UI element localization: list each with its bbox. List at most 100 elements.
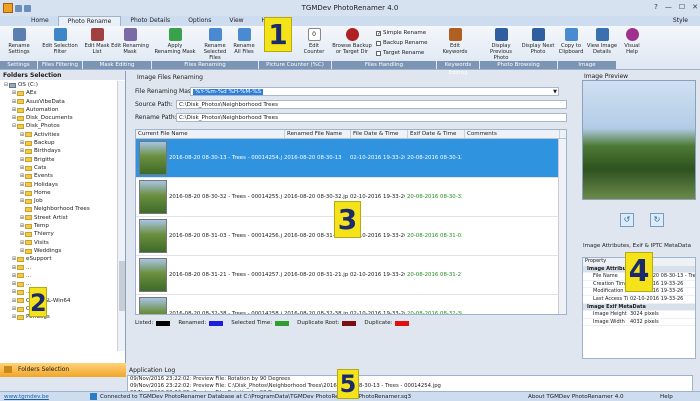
legend-label: Duplicate Root:	[297, 320, 340, 326]
table-row[interactable]: 2016-08-20 08-30-13 - Trees - 00014254.j…	[136, 139, 566, 178]
rename-all-files-button[interactable]: Rename All Files	[232, 28, 256, 55]
folder-tree-item[interactable]: ⊞ Disk_Documents	[0, 114, 118, 122]
folder-tree-item[interactable]: ⊞ Backup	[0, 139, 118, 147]
photo-thumbnail	[139, 258, 167, 292]
browse-backup-button[interactable]: Browse Backup or Target Dir	[332, 28, 372, 55]
folder-tree-scrollbar[interactable]	[117, 81, 125, 351]
folder-tree-item[interactable]: ⊞ Holidays	[0, 181, 118, 189]
folders-selection-bar[interactable]: Folders Selection	[0, 363, 126, 377]
rename-selected-files-button[interactable]: Rename Selected Files	[198, 28, 232, 61]
folder-tree-item[interactable]: ⊞ Thierry	[0, 230, 118, 238]
edit-selection-filter-button[interactable]: Edit Selection Filter	[40, 28, 80, 55]
edit-mask-list-button[interactable]: Edit Mask List	[84, 28, 110, 55]
source-path-field[interactable]: C:\Disk_Photos\Neighborhood Trees	[176, 100, 567, 109]
backup-rename-checkbox[interactable]: Backup Rename	[376, 40, 427, 46]
col-renamed-file-name[interactable]: Renamed File Name	[285, 130, 351, 138]
tab-options[interactable]: Options	[179, 16, 220, 26]
tab-photo-rename[interactable]: Photo Rename	[57, 16, 122, 26]
folder-tree-item[interactable]: ⊞ AEx	[0, 89, 118, 97]
folder-tree-item[interactable]: ⊞ Home	[0, 189, 118, 197]
edit-renaming-mask-button[interactable]: Edit Renaming Mask	[110, 28, 150, 55]
col-exif-date-time[interactable]: Exif Date & Time	[408, 130, 465, 138]
badge-4: 4	[625, 252, 653, 292]
folder-tree-item[interactable]: ⊞ OpenSSL-Win64	[0, 297, 118, 305]
rename-settings-button[interactable]: Rename Settings	[4, 28, 34, 55]
folder-tree-item[interactable]: ⊞...	[0, 264, 118, 272]
folder-tree-item[interactable]: ⊞...ve	[0, 288, 118, 296]
folder-label: Cats	[34, 164, 47, 171]
filter-icon	[53, 28, 67, 41]
folder-tree-item[interactable]: ⊞ Cats	[0, 164, 118, 172]
files-grid-scrollbar[interactable]	[558, 139, 566, 314]
simple-rename-checkbox[interactable]: ✓ Simple Rename	[376, 30, 426, 36]
cell-renamed-file-name: 2016-08-20 08-30-13	[284, 155, 342, 161]
col-file-date-time[interactable]: File Date & Time	[351, 130, 408, 138]
folder-tree-item[interactable]: ⊞ Visits	[0, 239, 118, 247]
metadata-category[interactable]: Image Exif MetaData	[583, 303, 695, 312]
minimize-icon[interactable]: —	[665, 3, 672, 11]
folder-tree-item[interactable]: ⊞...	[0, 280, 118, 288]
tab-photo-details[interactable]: Photo Details	[121, 16, 179, 26]
folder-tree-scroll-thumb[interactable]	[119, 261, 125, 311]
rotate-left-button[interactable]: ↺	[620, 213, 634, 227]
folder-tree-item[interactable]: ⊞PerfLogs	[0, 313, 118, 321]
folder-icon	[17, 265, 24, 271]
folder-tree-item[interactable]: ⊞ Brigitte	[0, 156, 118, 164]
folder-tree-item[interactable]: ⊞ Events	[0, 172, 118, 180]
folder-tree-item[interactable]: ⊞ Job	[0, 197, 118, 205]
metadata-row[interactable]: Image Width 4032 pixels	[583, 319, 695, 327]
style-menu[interactable]: Style	[673, 16, 688, 26]
renaming-mask-select[interactable]: %Y-%m-%d %H-%M-%S ▼	[190, 87, 559, 96]
folder-tree-item[interactable]: ⊞ Automation	[0, 106, 118, 114]
display-next-photo-button[interactable]: Display Next Photo	[520, 28, 556, 55]
display-previous-photo-button[interactable]: Display Previous Photo	[482, 28, 520, 61]
view-image-details-button[interactable]: View Image Details	[586, 28, 618, 55]
help-icon[interactable]: ?	[654, 3, 658, 11]
folder-tree-item[interactable]: ⊞Ozone	[0, 305, 118, 313]
folder-icon	[17, 115, 24, 121]
folder-tree-item[interactable]: ⊞ Street Artist	[0, 214, 118, 222]
tab-home[interactable]: Home	[22, 16, 58, 26]
apply-renaming-mask-button[interactable]: Apply Renaming Mask	[154, 28, 196, 55]
maximize-icon[interactable]: ☐	[679, 3, 685, 11]
close-icon[interactable]: ✕	[692, 3, 698, 11]
folder-tree-item[interactable]: ⊞ Activities	[0, 131, 118, 139]
rename-path-field[interactable]: C:\Disk_Photos\Neighborhood Trees	[176, 113, 567, 122]
copy-to-clipboard-button[interactable]: Copy to Clipboard	[556, 28, 586, 55]
metadata-value: 02-10-2016 19-33-26	[630, 295, 684, 302]
group-picture-counter: Picture Counter (%C)	[259, 61, 331, 69]
about-link[interactable]: About TGMDev PhotoRenamer 4.0	[528, 392, 624, 401]
table-row[interactable]: 2016-08-20 08-32-38 - Trees - 00014258.j…	[136, 295, 566, 314]
tab-view[interactable]: View	[220, 16, 252, 26]
edit-counter-button[interactable]: 0 Edit Counter	[300, 28, 328, 55]
folder-tree-item[interactable]: ⊞...	[0, 272, 118, 280]
group-photo-browsing: Photo Browsing	[480, 61, 557, 69]
edit-keywords-button[interactable]: Edit Keywords	[438, 28, 472, 55]
folder-icon	[25, 132, 32, 138]
metadata-key: File Name	[593, 273, 618, 280]
metadata-key: Image Exif MetaData	[587, 303, 646, 310]
folder-tree-item[interactable]: ⊞ Weddings	[0, 247, 118, 255]
folder-tree-item[interactable]: ⊞ Birthdays	[0, 147, 118, 155]
chevron-down-icon[interactable]: ▼	[553, 88, 557, 96]
website-link[interactable]: www.tgmdev.be	[4, 392, 49, 401]
target-rename-checkbox[interactable]: Target Rename	[376, 50, 424, 56]
folder-tree-item[interactable]: ⊞ Temp	[0, 222, 118, 230]
folder-icon	[25, 157, 32, 163]
folder-tree-item[interactable]: Neighborhood Trees	[0, 205, 118, 213]
table-row[interactable]: 2016-08-20 08-31-21 - Trees - 00014257.j…	[136, 256, 566, 295]
rotate-right-button[interactable]: ↻	[650, 213, 664, 227]
folder-label: Events	[34, 173, 53, 180]
folder-label: ...	[26, 264, 32, 271]
metadata-row[interactable]: Last Access Time02-10-2016 19-33-26	[583, 296, 695, 304]
metadata-row[interactable]: Image Height 3024 pixels	[583, 311, 695, 319]
folder-tree-item[interactable]: ⊟ Disk_Photos	[0, 122, 118, 130]
col-comments[interactable]: Comments	[465, 130, 560, 138]
visual-help-button[interactable]: Visual Help	[620, 28, 644, 55]
folder-tree-item[interactable]: ⊞ AsusVibeData	[0, 98, 118, 106]
folder-tree-item[interactable]: ⊞ eSupport	[0, 255, 118, 263]
col-current-file-name[interactable]: Current File Name	[136, 130, 285, 138]
renaming-section-title: Image Files Renaming	[137, 74, 203, 81]
help-link[interactable]: Help	[660, 392, 673, 401]
folder-tree-item[interactable]: ⊟ OS (C:)	[0, 81, 118, 89]
